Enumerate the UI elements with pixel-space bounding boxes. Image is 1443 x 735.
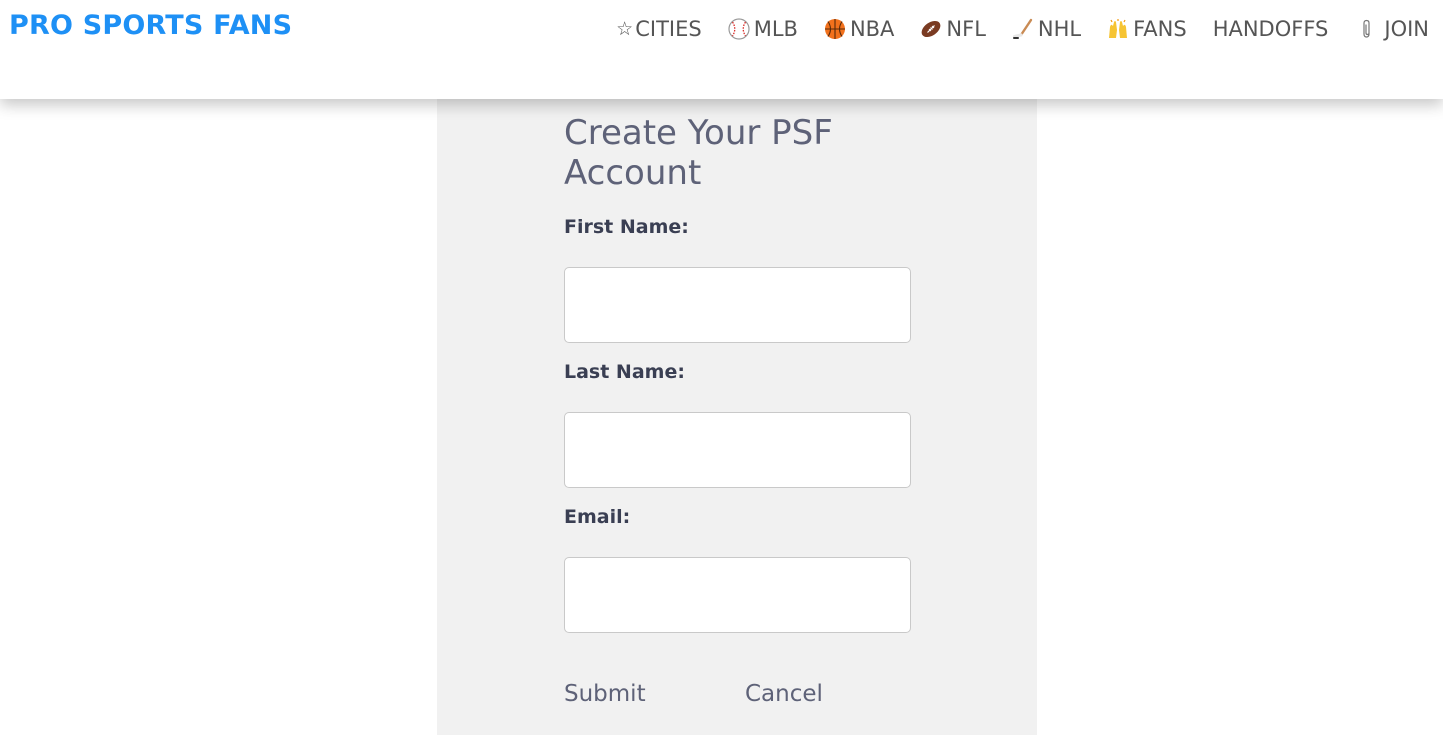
last-name-field[interactable] xyxy=(564,412,911,488)
paperclip-icon xyxy=(1358,18,1376,40)
email-label: Email: xyxy=(564,506,631,528)
nav-item-join[interactable]: JOIN xyxy=(1358,17,1429,41)
nav-item-label: FANS xyxy=(1133,17,1187,41)
raised-hands-icon xyxy=(1107,18,1129,40)
nav-item-label: NHL xyxy=(1037,17,1082,41)
nav-item-cities[interactable]: ☆ CITIES xyxy=(616,17,702,41)
hockey-stick-icon xyxy=(1012,18,1034,40)
site-header: PRO SPORTS FANS ☆ CITIES MLB NBA NFL NHL… xyxy=(0,0,1443,99)
nav-item-nfl[interactable]: NFL xyxy=(920,17,986,41)
nav-item-fans[interactable]: FANS xyxy=(1107,17,1187,41)
first-name-label: First Name: xyxy=(564,216,689,238)
last-name-label: Last Name: xyxy=(564,361,685,383)
signup-panel: Create Your PSF Account First Name: Last… xyxy=(437,99,1037,735)
nav-item-label: HANDOFFS xyxy=(1212,17,1329,41)
first-name-field[interactable] xyxy=(564,267,911,343)
football-icon xyxy=(920,18,942,40)
nav-item-mlb[interactable]: MLB xyxy=(728,17,798,41)
star-icon: ☆ xyxy=(616,18,634,40)
nav-item-nba[interactable]: NBA xyxy=(824,17,894,41)
nav-item-label: JOIN xyxy=(1384,17,1429,41)
cancel-button[interactable]: Cancel xyxy=(745,681,823,707)
nav-item-nhl[interactable]: NHL xyxy=(1012,17,1081,41)
nav-item-label: CITIES xyxy=(635,17,702,41)
main-nav: ☆ CITIES MLB NBA NFL NHL FANS HANDOFFS J… xyxy=(616,17,1429,41)
baseball-icon xyxy=(728,18,750,40)
email-field[interactable] xyxy=(564,557,911,633)
basketball-icon xyxy=(824,18,846,40)
nav-item-label: MLB xyxy=(753,17,798,41)
nav-item-handoffs[interactable]: HANDOFFS xyxy=(1213,17,1329,41)
site-logo-text[interactable]: PRO SPORTS FANS xyxy=(9,10,292,41)
form-title: Create Your PSF Account xyxy=(564,113,833,193)
nav-item-label: NFL xyxy=(946,17,986,41)
submit-button[interactable]: Submit xyxy=(564,681,646,707)
nav-item-label: NBA xyxy=(849,17,895,41)
